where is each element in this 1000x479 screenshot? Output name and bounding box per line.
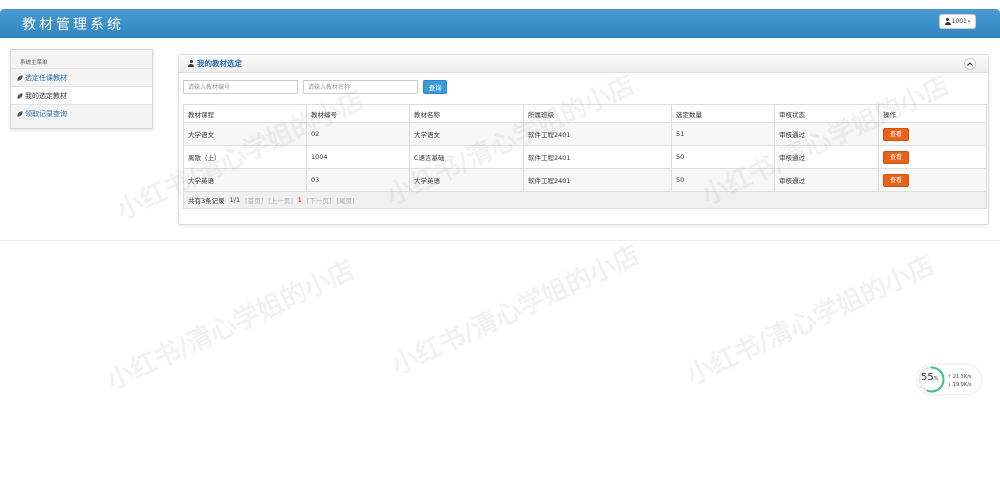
cell-quantity: 51 [671,122,775,146]
column-header: 教材编号 [306,104,410,123]
chevron-up-icon [967,62,973,66]
app-title: 教材管理系统 [22,17,124,33]
next-page-link[interactable]: [下一页] [307,195,332,205]
textbook-table: 教材课程 教材编号 教材名称 所属班级 选定数量 审核状态 操作 大学语文 02… [183,104,987,209]
textbook-name-input[interactable] [303,80,418,94]
first-page-link[interactable]: [首页] [245,195,263,205]
arrow-down-icon: ↓ [947,382,952,388]
chevron-down-icon: ▾ [967,18,971,25]
speed-rates: ↑ 21.5K/s ↓ 19.9K/s [947,373,972,389]
last-page-link[interactable]: [尾页] [336,195,354,205]
username: 1001 [951,18,967,25]
leaf-icon [17,92,23,99]
user-icon [188,60,194,67]
textbook-code-input[interactable] [183,80,298,94]
cell-action: 查看 [878,168,987,192]
speed-percent: 55% [921,372,939,383]
cell-action: 查看 [878,145,987,169]
cell-name: 大学语文 [409,122,524,146]
cell-course: 大学语文 [183,122,307,146]
sidebar-item-label: 选定任课教材 [25,73,67,82]
view-button[interactable]: 查看 [883,173,909,187]
column-header: 教材课程 [183,104,307,123]
view-button[interactable]: 查看 [883,150,909,164]
watermark: 小红书/清心学姐的小店 [102,255,360,397]
cell-code: 1004 [306,145,410,169]
search-bar: 查询 [183,80,447,94]
leaf-icon [17,110,23,117]
cell-course: 离散（上） [183,145,307,169]
table-row: 大学英语 03 大学英语 软件工程2401 50 审核通过 查看 [183,168,987,192]
sidebar-item-label: 我的选定教材 [25,91,67,100]
cell-class: 软件工程2401 [523,168,672,192]
page-indicator: 1/1 [229,196,241,204]
cell-code: 02 [306,122,410,146]
my-textbook-panel: 我的教材选定 查询 教材课程 教材编号 教材名称 所属班级 选定数量 审核状态 … [178,54,989,225]
column-header: 教材名称 [409,104,524,123]
sidebar-item-label: 领取记录查询 [25,109,67,118]
cell-name: C语言基础 [409,145,524,169]
page-divider [0,240,1000,241]
cell-quantity: 50 [671,145,775,169]
column-header: 审核状态 [774,104,879,123]
cell-status: 审核通过 [774,122,879,146]
panel-header: 我的教材选定 [179,55,988,73]
cell-status: 审核通过 [774,145,879,169]
sidebar-item-my-textbooks[interactable]: 我的选定教材 [11,86,152,104]
cell-quantity: 50 [671,168,775,192]
cell-course: 大学英语 [183,168,307,192]
sidebar-heading: 系统主菜单 [20,60,48,66]
prev-page-link[interactable]: [上一页] [268,195,293,205]
collapse-panel-button[interactable] [964,58,976,70]
column-header: 操作 [878,104,987,123]
arrow-up-icon: ↑ [947,374,952,380]
sidebar-item-pickup-records[interactable]: 领取记录查询 [11,104,152,122]
table-row: 离散（上） 1004 C语言基础 软件工程2401 50 审核通过 查看 [183,145,987,169]
top-navbar: 教材管理系统 1001 ▾ [0,9,1000,38]
column-header: 选定数量 [671,104,775,123]
pagination: 共有3条记录 1/1 [首页] [上一页] 1 [下一页] [尾页] [188,195,982,205]
cell-class: 软件工程2401 [523,122,672,146]
cell-status: 审核通过 [774,168,879,192]
panel-title: 我的教材选定 [197,59,242,68]
download-rate: ↓ 19.9K/s [947,382,972,388]
view-button[interactable]: 查看 [883,127,909,141]
watermark: 小红书/清心学姐的小店 [387,240,645,382]
sidebar-item-select-course-textbook[interactable]: 选定任课教材 [11,68,152,86]
watermark: 小红书/清心学姐的小店 [682,250,940,392]
query-button[interactable]: 查询 [423,80,447,94]
pagination-row: 共有3条记录 1/1 [首页] [上一页] 1 [下一页] [尾页] [183,191,987,209]
cell-code: 03 [306,168,410,192]
current-page[interactable]: 1 [298,196,302,204]
user-icon [944,18,951,25]
record-count: 共有3条记录 [188,197,225,205]
table-row: 大学语文 02 大学语文 软件工程2401 51 审核通过 查看 [183,122,987,146]
leaf-icon [17,74,23,81]
upload-rate: ↑ 21.5K/s [947,374,972,380]
column-header: 所属班级 [523,104,672,123]
sidebar: 系统主菜单 选定任课教材 我的选定教材 领取记录查询 [10,49,153,129]
cell-action: 查看 [878,122,987,146]
network-speed-widget[interactable]: 55% ↑ 21.5K/s ↓ 19.9K/s [917,365,981,394]
table-header-row: 教材课程 教材编号 教材名称 所属班级 选定数量 审核状态 操作 [183,104,987,123]
cell-name: 大学英语 [409,168,524,192]
user-menu-button[interactable]: 1001 ▾ [939,14,976,29]
cell-class: 软件工程2401 [523,145,672,169]
